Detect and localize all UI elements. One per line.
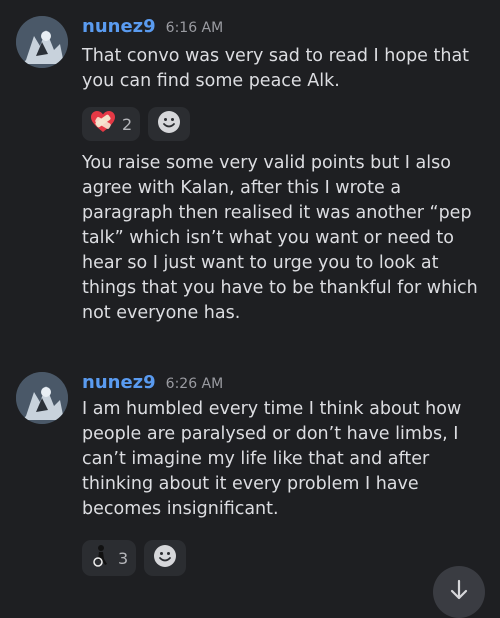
person-in-wheelchair-icon — [90, 544, 112, 572]
reaction-count: 3 — [118, 548, 129, 568]
arrow-down-icon — [448, 579, 470, 605]
avatar[interactable] — [16, 16, 68, 68]
timestamp: 6:16 AM — [165, 20, 224, 36]
message-text: That convo was very sad to read I hope t… — [82, 46, 470, 91]
reactions-bar: 2 — [82, 107, 191, 141]
reaction-heart[interactable]: 2 — [82, 107, 141, 141]
message-text: You raise some very valid points but I a… — [82, 153, 478, 323]
jump-to-present-button[interactable] — [433, 566, 485, 618]
message-text: I am humbled every time I think about ho… — [82, 399, 462, 519]
avatar[interactable] — [16, 372, 68, 424]
reaction-wheelchair[interactable]: 3 — [82, 540, 137, 576]
add-reaction-button[interactable] — [148, 107, 191, 141]
reaction-count: 2 — [122, 114, 133, 134]
username[interactable]: nunez9 — [82, 372, 156, 393]
reactions-bar: 3 — [82, 540, 187, 576]
smiley-icon — [153, 544, 177, 572]
username[interactable]: nunez9 — [82, 16, 156, 37]
add-reaction-button[interactable] — [144, 540, 187, 576]
timestamp: 6:26 AM — [165, 376, 224, 392]
smiley-icon — [157, 110, 181, 138]
heart-with-bandage-icon — [90, 110, 116, 138]
